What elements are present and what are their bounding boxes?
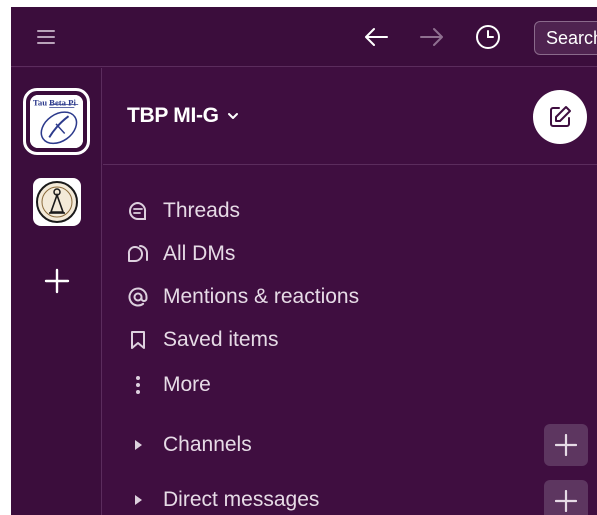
compose-button[interactable] — [533, 90, 587, 144]
sidebar-item-label: All DMs — [163, 242, 236, 265]
compose-icon — [550, 106, 571, 127]
tbp-logo-text: Tau Beta Pi — [33, 98, 77, 108]
threads-icon — [127, 200, 149, 222]
section-channels[interactable]: Channels — [127, 427, 252, 463]
sidebar-item-label: More — [163, 373, 211, 396]
history-clock-icon[interactable] — [472, 21, 504, 53]
bookmark-icon — [127, 329, 149, 351]
sidebar-item-label: Mentions & reactions — [163, 285, 360, 308]
slack-window: Search Tau Beta Pi — [11, 7, 597, 515]
search-input[interactable]: Search — [534, 21, 597, 55]
arrow-right-icon[interactable] — [416, 21, 448, 53]
workspace-name-button[interactable]: TBP MI-G — [127, 104, 239, 128]
sidebar-item-all-dms[interactable]: All DMs — [127, 236, 235, 272]
sidebar-item-mentions[interactable]: Mentions & reactions — [127, 279, 359, 315]
sidebar-item-more[interactable]: More — [127, 367, 211, 403]
workspace-header: TBP MI-G — [103, 68, 597, 165]
plus-icon — [555, 434, 577, 456]
arrow-left-icon[interactable] — [360, 21, 392, 53]
add-channel-button[interactable] — [544, 424, 588, 466]
section-label: Direct messages — [163, 488, 320, 511]
caret-right-icon — [127, 495, 149, 505]
plus-icon — [555, 490, 577, 512]
caret-right-icon — [127, 440, 149, 450]
more-vertical-icon — [127, 374, 149, 396]
hamburger-icon[interactable] — [37, 30, 55, 44]
workspace-bent[interactable] — [33, 178, 81, 226]
chevron-down-icon — [227, 113, 238, 119]
section-direct-messages[interactable]: Direct messages — [127, 482, 319, 515]
top-bar: Search — [11, 7, 597, 67]
workspace-tbp[interactable]: Tau Beta Pi — [23, 88, 90, 155]
tbp-logo: Tau Beta Pi — [30, 95, 83, 148]
plus-icon[interactable] — [41, 268, 73, 300]
bent-logo — [36, 181, 78, 223]
workspace-rail: Tau Beta Pi — [11, 68, 102, 515]
sidebar-item-label: Threads — [163, 199, 241, 222]
sidebar-item-label: Saved items — [163, 328, 279, 351]
workspace-name: TBP MI-G — [127, 104, 219, 127]
sidebar-item-saved[interactable]: Saved items — [127, 322, 279, 358]
at-icon — [127, 286, 149, 308]
dms-icon — [127, 243, 149, 265]
channel-sidebar: TBP MI-G Threads All DMs Mentions & reac… — [103, 68, 597, 515]
add-dm-button[interactable] — [544, 480, 588, 515]
sidebar-item-threads[interactable]: Threads — [127, 193, 240, 229]
section-label: Channels — [163, 433, 252, 456]
